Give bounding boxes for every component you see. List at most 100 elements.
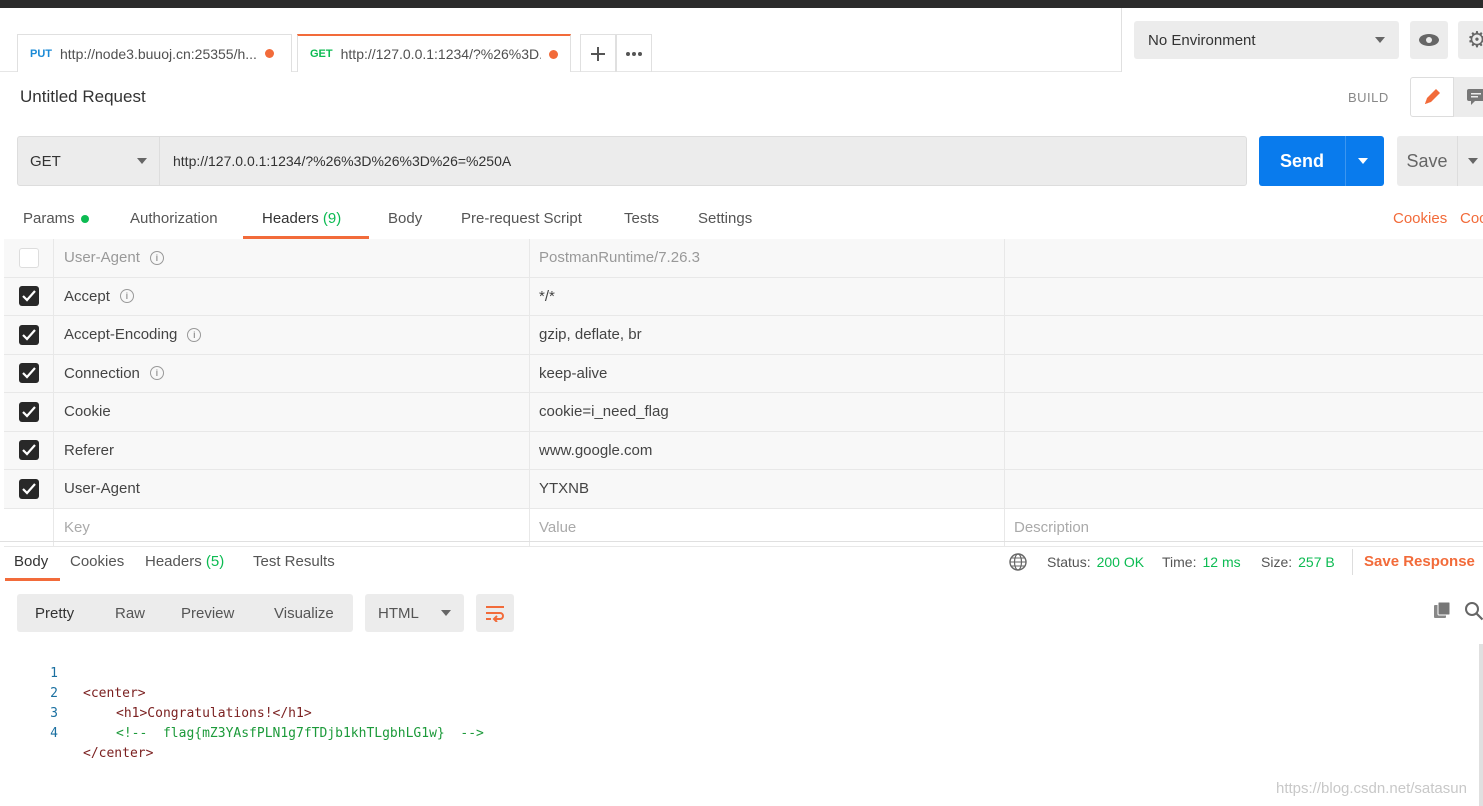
- response-status: Status: 200 OK: [1047, 554, 1144, 570]
- table-row: Referer www.google.com: [4, 431, 1483, 470]
- chevron-down-icon: [137, 158, 147, 164]
- checkmark-icon: [21, 290, 36, 302]
- view-raw-button[interactable]: Raw: [115, 594, 145, 632]
- header-description-cell[interactable]: [1005, 278, 1483, 316]
- edit-mode-button[interactable]: [1410, 77, 1454, 117]
- view-pretty-button[interactable]: Pretty: [35, 594, 74, 632]
- line-number: 4: [50, 726, 58, 741]
- header-key-cell[interactable]: Referer: [54, 431, 530, 469]
- info-icon[interactable]: i: [119, 289, 134, 304]
- tab-settings[interactable]: Settings: [698, 210, 752, 227]
- save-button-label: Save: [1406, 150, 1448, 171]
- response-tab-test-results[interactable]: Test Results: [253, 553, 335, 570]
- header-description-cell[interactable]: [1005, 239, 1483, 277]
- environment-panel: No Environment ⚙: [1121, 8, 1483, 72]
- environment-select[interactable]: No Environment: [1134, 21, 1399, 59]
- tab-headers[interactable]: Headers (9): [262, 210, 341, 227]
- view-preview-button[interactable]: Preview: [181, 594, 234, 632]
- header-enable-checkbox[interactable]: [18, 286, 39, 307]
- header-key-cell[interactable]: User-Agent i: [54, 239, 530, 277]
- tab-pre-request-script[interactable]: Pre-request Script: [461, 210, 582, 227]
- send-button[interactable]: Send: [1259, 136, 1384, 186]
- header-value-cell[interactable]: gzip, deflate, br: [530, 316, 1005, 354]
- response-tab-cookies[interactable]: Cookies: [70, 553, 124, 570]
- header-description-cell[interactable]: [1005, 432, 1483, 470]
- environment-quick-look-button[interactable]: [1410, 21, 1448, 59]
- response-tab-body[interactable]: Body: [14, 553, 48, 570]
- eye-icon: [1419, 34, 1439, 46]
- new-tab-button[interactable]: [580, 34, 616, 72]
- tab-method: GET: [310, 48, 333, 60]
- tab-headers-label: Headers: [262, 210, 319, 227]
- request-tab-get[interactable]: GET http://127.0.0.1:1234/?%26%3D...: [297, 34, 571, 72]
- http-method-select[interactable]: GET: [17, 136, 160, 186]
- info-icon[interactable]: i: [187, 327, 202, 342]
- header-enable-checkbox[interactable]: [18, 478, 39, 499]
- code-link[interactable]: Coc: [1460, 210, 1483, 227]
- header-enable-checkbox[interactable]: [18, 363, 39, 384]
- header-key-cell[interactable]: Connection i: [54, 354, 530, 392]
- request-title[interactable]: Untitled Request: [20, 87, 146, 107]
- save-options-chevron-icon[interactable]: [1468, 158, 1478, 164]
- response-language-select[interactable]: HTML: [365, 594, 464, 632]
- headers-table: User-Agent i PostmanRuntime/7.26.3 Accept…: [4, 239, 1483, 547]
- send-button-label: Send: [1279, 150, 1324, 171]
- save-button[interactable]: Save: [1397, 136, 1483, 186]
- copy-icon[interactable]: [1433, 601, 1451, 619]
- response-tab-headers[interactable]: Headers (5): [145, 553, 224, 570]
- header-value-cell[interactable]: YTXNB: [530, 470, 1005, 508]
- code-text: </center>: [83, 746, 154, 761]
- tab-tests[interactable]: Tests: [624, 210, 659, 227]
- header-key-cell[interactable]: Accept-Encoding i: [54, 316, 530, 354]
- info-icon[interactable]: i: [149, 250, 164, 265]
- tab-body[interactable]: Body: [388, 210, 422, 227]
- send-divider: [1345, 136, 1346, 186]
- header-value-cell[interactable]: www.google.com: [530, 431, 1005, 469]
- header-enable-cell: [4, 431, 54, 469]
- header-enable-checkbox[interactable]: [18, 324, 39, 345]
- header-key-cell[interactable]: Cookie: [54, 393, 530, 431]
- tab-method: PUT: [30, 47, 52, 60]
- header-key: User-Agent: [64, 249, 140, 267]
- response-body-code: 1 <center> 2 <h1>Congratulations!</h1> 3…: [0, 644, 1483, 761]
- header-value-cell[interactable]: PostmanRuntime/7.26.3: [530, 239, 1005, 277]
- tab-params[interactable]: Params: [23, 210, 89, 227]
- table-row: User-Agent i PostmanRuntime/7.26.3: [4, 239, 1483, 278]
- header-description-cell[interactable]: [1005, 355, 1483, 393]
- request-tab-put[interactable]: PUT http://node3.buuoj.cn:25355/h...: [17, 34, 292, 72]
- header-key: Connection: [64, 364, 140, 382]
- table-row: Accept i */*: [4, 277, 1483, 316]
- header-description-cell[interactable]: [1005, 393, 1483, 431]
- send-options-chevron-icon[interactable]: [1358, 158, 1368, 164]
- time-label: Time:: [1162, 554, 1197, 570]
- search-icon[interactable]: [1464, 601, 1483, 621]
- header-key-cell[interactable]: Accept i: [54, 277, 530, 315]
- header-key-cell[interactable]: User-Agent: [54, 470, 530, 508]
- tab-authorization[interactable]: Authorization: [130, 210, 218, 227]
- view-visualize-button[interactable]: Visualize: [274, 594, 334, 632]
- comments-button[interactable]: [1454, 77, 1483, 117]
- cookies-link[interactable]: Cookies: [1393, 210, 1447, 227]
- wrap-lines-button[interactable]: [476, 594, 514, 632]
- pencil-icon: [1425, 89, 1440, 104]
- header-value-cell[interactable]: keep-alive: [530, 354, 1005, 392]
- unsaved-dot-icon: [264, 49, 274, 58]
- window-top-bar: [0, 0, 1483, 8]
- header-enable-checkbox[interactable]: [18, 440, 39, 461]
- info-icon[interactable]: i: [149, 366, 164, 381]
- save-response-button[interactable]: Save Response: [1364, 553, 1475, 570]
- header-value-cell[interactable]: */*: [530, 277, 1005, 315]
- more-tabs-button[interactable]: [616, 34, 652, 72]
- request-url-input[interactable]: [160, 136, 1247, 186]
- header-enable-checkbox[interactable]: [18, 401, 39, 422]
- manage-environments-button[interactable]: ⚙: [1458, 21, 1483, 59]
- header-description-cell[interactable]: [1005, 316, 1483, 354]
- header-key: Accept: [64, 287, 110, 305]
- globe-icon[interactable]: [1009, 553, 1027, 571]
- header-value-cell[interactable]: cookie=i_need_flag: [530, 393, 1005, 431]
- header-enable-checkbox[interactable]: [18, 247, 39, 268]
- response-scrollbar[interactable]: [1479, 644, 1483, 806]
- header-description-cell[interactable]: [1005, 470, 1483, 508]
- checkmark-icon: [21, 367, 36, 379]
- header-enable-cell: [4, 239, 54, 277]
